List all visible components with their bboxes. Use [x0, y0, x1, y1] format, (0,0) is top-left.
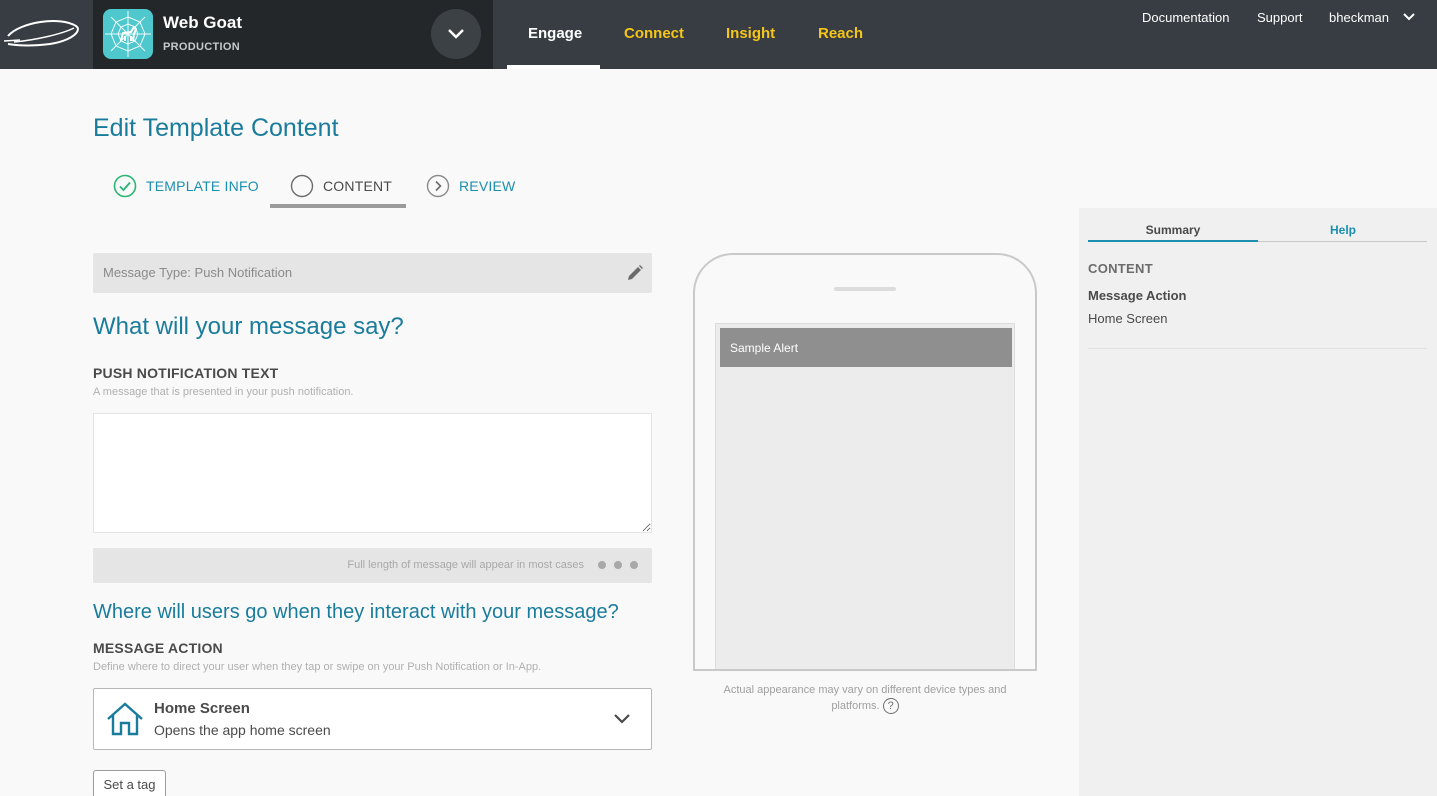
- message-action-select[interactable]: Home Screen Opens the app home screen: [93, 688, 652, 750]
- app-icon: [103, 9, 153, 59]
- preview-note-text: Actual appearance may vary on different …: [723, 684, 1007, 712]
- sample-alert-text: Sample Alert: [730, 341, 799, 355]
- user-menu-chevron-icon[interactable]: [1402, 12, 1416, 22]
- sample-alert: Sample Alert: [720, 328, 1012, 367]
- phone-speaker: [834, 287, 896, 291]
- app-name: Web Goat: [163, 13, 243, 32]
- step-review[interactable]: REVIEW: [426, 174, 515, 198]
- summary-value: Home Screen: [1088, 311, 1168, 326]
- nav-tab-engage[interactable]: Engage: [528, 25, 582, 42]
- chevron-down-icon: [448, 29, 464, 39]
- chevron-down-icon: [614, 714, 630, 724]
- more-options-icon[interactable]: [598, 561, 638, 569]
- tab-help[interactable]: Help: [1258, 223, 1428, 237]
- home-icon: [107, 702, 143, 736]
- push-text-label: PUSH NOTIFICATION TEXT: [93, 365, 279, 381]
- push-text-help: A message that is presented in your push…: [93, 386, 354, 398]
- step-label: TEMPLATE INFO: [146, 178, 259, 194]
- chevron-right-circle-icon: [426, 174, 450, 198]
- support-link[interactable]: Support: [1257, 10, 1303, 25]
- empty-circle-icon: [290, 174, 314, 198]
- spiderweb-goat-icon: [105, 11, 151, 57]
- summary-divider: [1088, 348, 1427, 349]
- summary-panel: Summary Help CONTENT Message Action Home…: [1079, 208, 1437, 796]
- step-label: CONTENT: [323, 178, 393, 194]
- step-active-indicator: [270, 204, 406, 208]
- summary-section-title: CONTENT: [1088, 261, 1153, 276]
- phone-bottom-edge: [693, 669, 1037, 671]
- check-circle-icon: [113, 174, 137, 198]
- nav-active-indicator: [507, 65, 600, 69]
- step-template-info[interactable]: TEMPLATE INFO: [113, 174, 259, 198]
- phone-screen: Sample Alert: [715, 323, 1015, 671]
- preview-note: Actual appearance may vary on different …: [700, 682, 1030, 715]
- tab-summary[interactable]: Summary: [1088, 223, 1258, 237]
- top-bar: Web Goat PRODUCTION Engage Connect Insig…: [0, 0, 1437, 69]
- summary-key: Message Action: [1088, 288, 1187, 303]
- question-icon[interactable]: ?: [882, 698, 899, 715]
- nav-tab-insight[interactable]: Insight: [726, 25, 775, 42]
- step-content[interactable]: CONTENT: [290, 174, 392, 198]
- push-text-input[interactable]: [93, 413, 652, 533]
- page-title: Edit Template Content: [93, 114, 339, 142]
- brand-logo[interactable]: [0, 0, 93, 69]
- message-type-bar: Message Type: Push Notification: [93, 253, 652, 293]
- set-tag-button[interactable]: Set a tag: [93, 770, 166, 796]
- step-label: REVIEW: [459, 178, 516, 194]
- phone-preview: Sample Alert: [693, 253, 1037, 671]
- message-action-label: MESSAGE ACTION: [93, 640, 223, 656]
- pencil-icon[interactable]: [626, 264, 644, 282]
- action-heading: Where will users go when they interact w…: [93, 601, 619, 623]
- documentation-link[interactable]: Documentation: [1142, 10, 1229, 25]
- message-heading: What will your message say?: [93, 313, 404, 340]
- message-length-note: Full length of message will appear in mo…: [347, 559, 584, 571]
- app-environment: PRODUCTION: [163, 41, 240, 53]
- message-type-label: Message Type: Push Notification: [103, 265, 293, 280]
- user-menu[interactable]: bheckman: [1329, 10, 1389, 25]
- app-switcher-toggle[interactable]: [431, 9, 481, 59]
- message-length-bar: Full length of message will appear in mo…: [93, 548, 652, 583]
- app-switcher[interactable]: Web Goat PRODUCTION: [93, 0, 493, 69]
- action-selected-title: Home Screen: [154, 700, 250, 717]
- nav-tab-connect[interactable]: Connect: [624, 25, 684, 42]
- tab-active-indicator: [1088, 240, 1258, 242]
- nav-tab-reach[interactable]: Reach: [818, 25, 863, 42]
- logo-icon: [3, 20, 79, 47]
- action-selected-subtitle: Opens the app home screen: [154, 722, 331, 738]
- message-action-help: Define where to direct your user when th…: [93, 661, 542, 673]
